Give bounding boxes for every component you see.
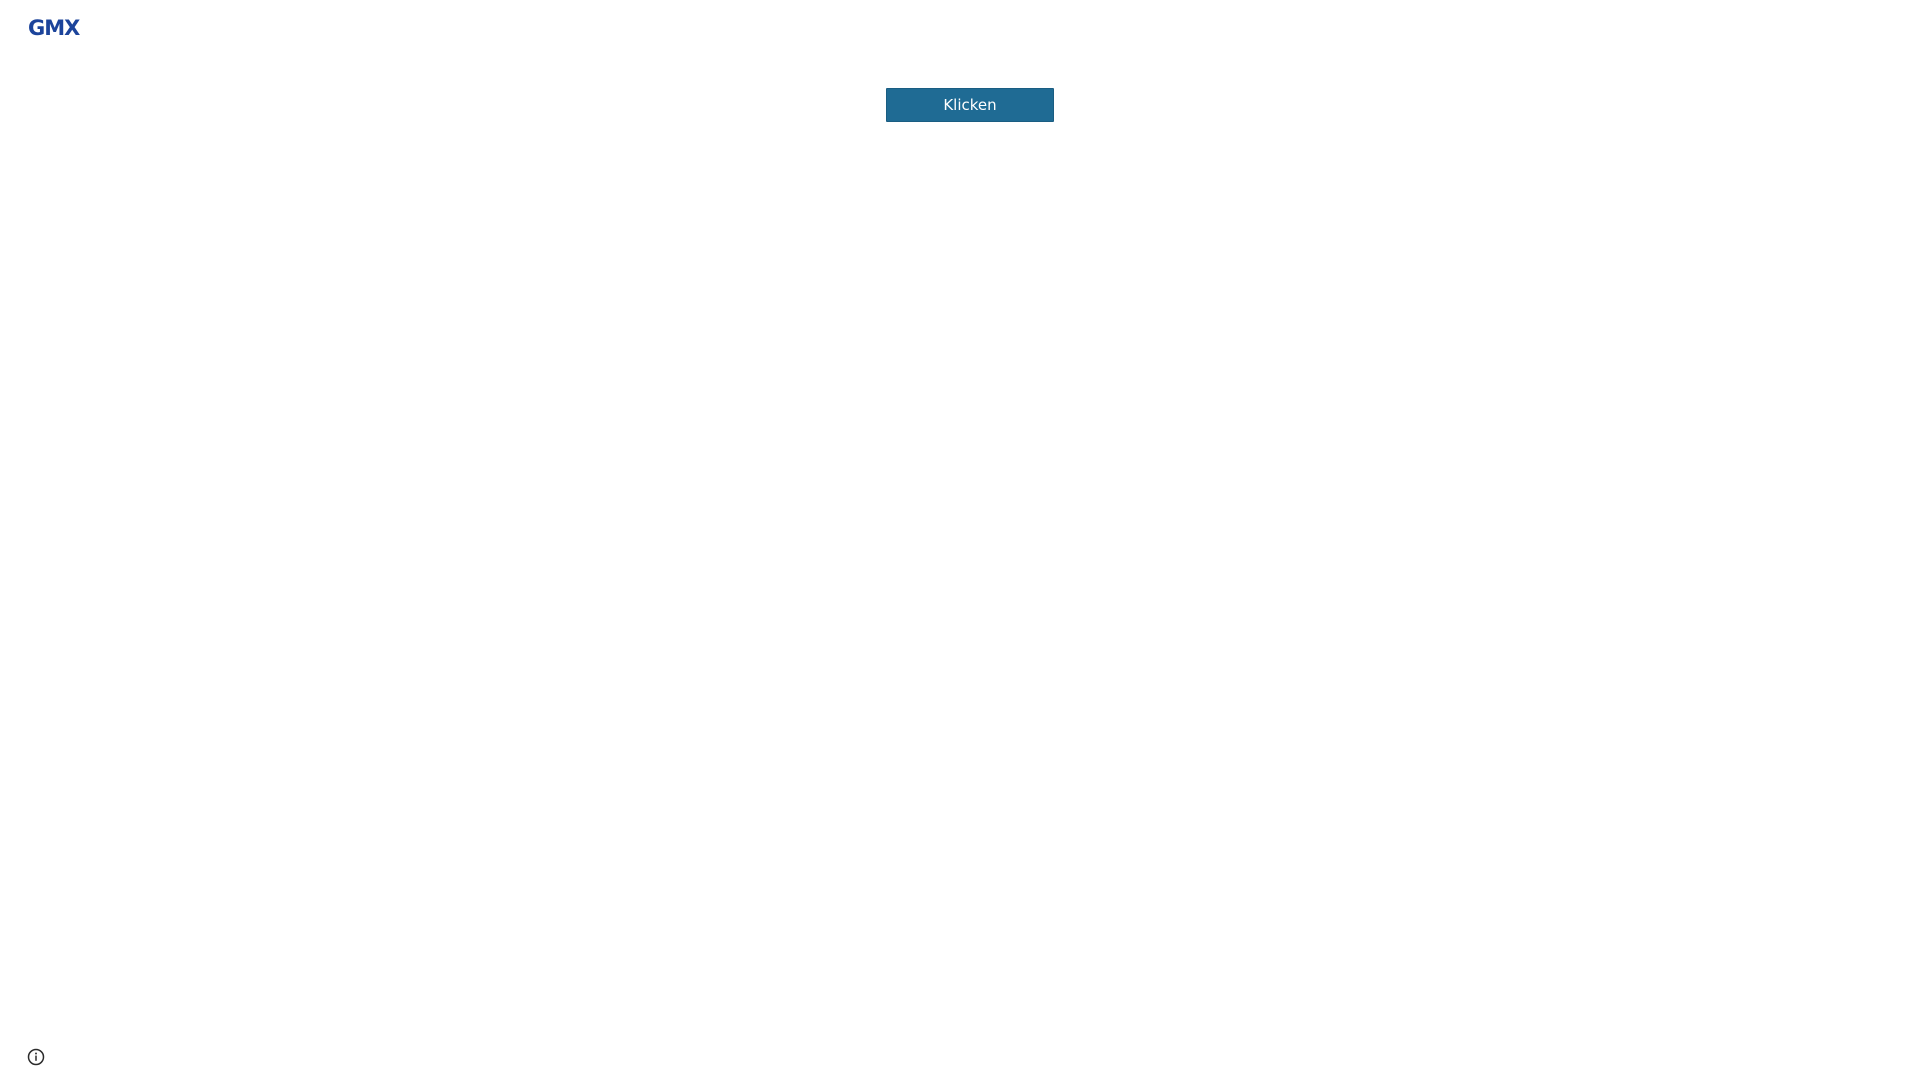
page: GMX Klicken xyxy=(0,0,1920,1080)
info-circle-icon xyxy=(27,1048,45,1066)
gmx-logo-text: GMX xyxy=(28,16,80,40)
klicken-button[interactable]: Klicken xyxy=(886,88,1054,122)
gmx-logo: GMX xyxy=(28,14,84,40)
gmx-logo-mark: GMX xyxy=(28,16,81,40)
info-button[interactable] xyxy=(26,1047,46,1067)
